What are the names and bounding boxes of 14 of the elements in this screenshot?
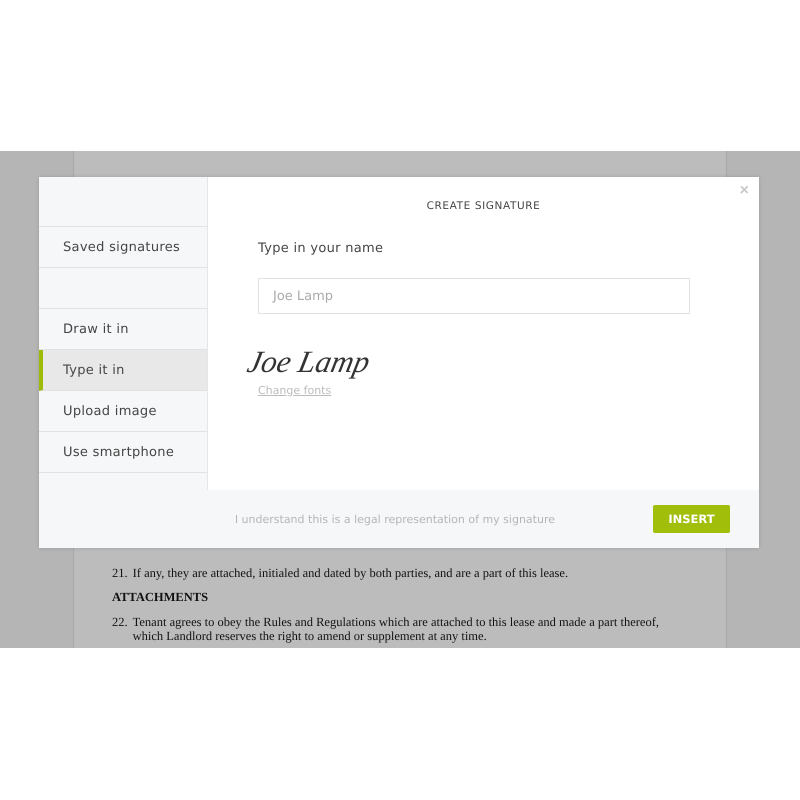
clause-number: 21.: [112, 566, 128, 580]
signature-preview: Joe Lamp: [244, 344, 374, 380]
legal-notice: I understand this is a legal representation of my signature: [234, 512, 555, 526]
sidebar-tab[interactable]: Upload image: [39, 391, 207, 432]
dialog-title: CREATE SIGNATURE: [426, 200, 540, 212]
clause-number: 22.: [112, 615, 128, 631]
sidebar-tab[interactable]: Draw it in: [39, 309, 207, 350]
sidebar-tab[interactable]: Type it in: [39, 350, 207, 391]
sidebar-tab[interactable]: Use smartphone: [39, 432, 207, 473]
section-heading: ATTACHMENTS: [112, 590, 210, 605]
field-label: Type in your name: [258, 241, 384, 256]
clause-text: Tenant agrees to obey the Rules and Regulations which are attached to this lease and made a part thereof, which Landlord reserves the right to amend or supplement at any time.: [132, 615, 660, 643]
clause-text: If any, they are attached, initialed and dated by both parties, and are a part of this lease.: [132, 566, 568, 580]
sidebar-tab[interactable]: Saved signatures: [39, 227, 207, 268]
